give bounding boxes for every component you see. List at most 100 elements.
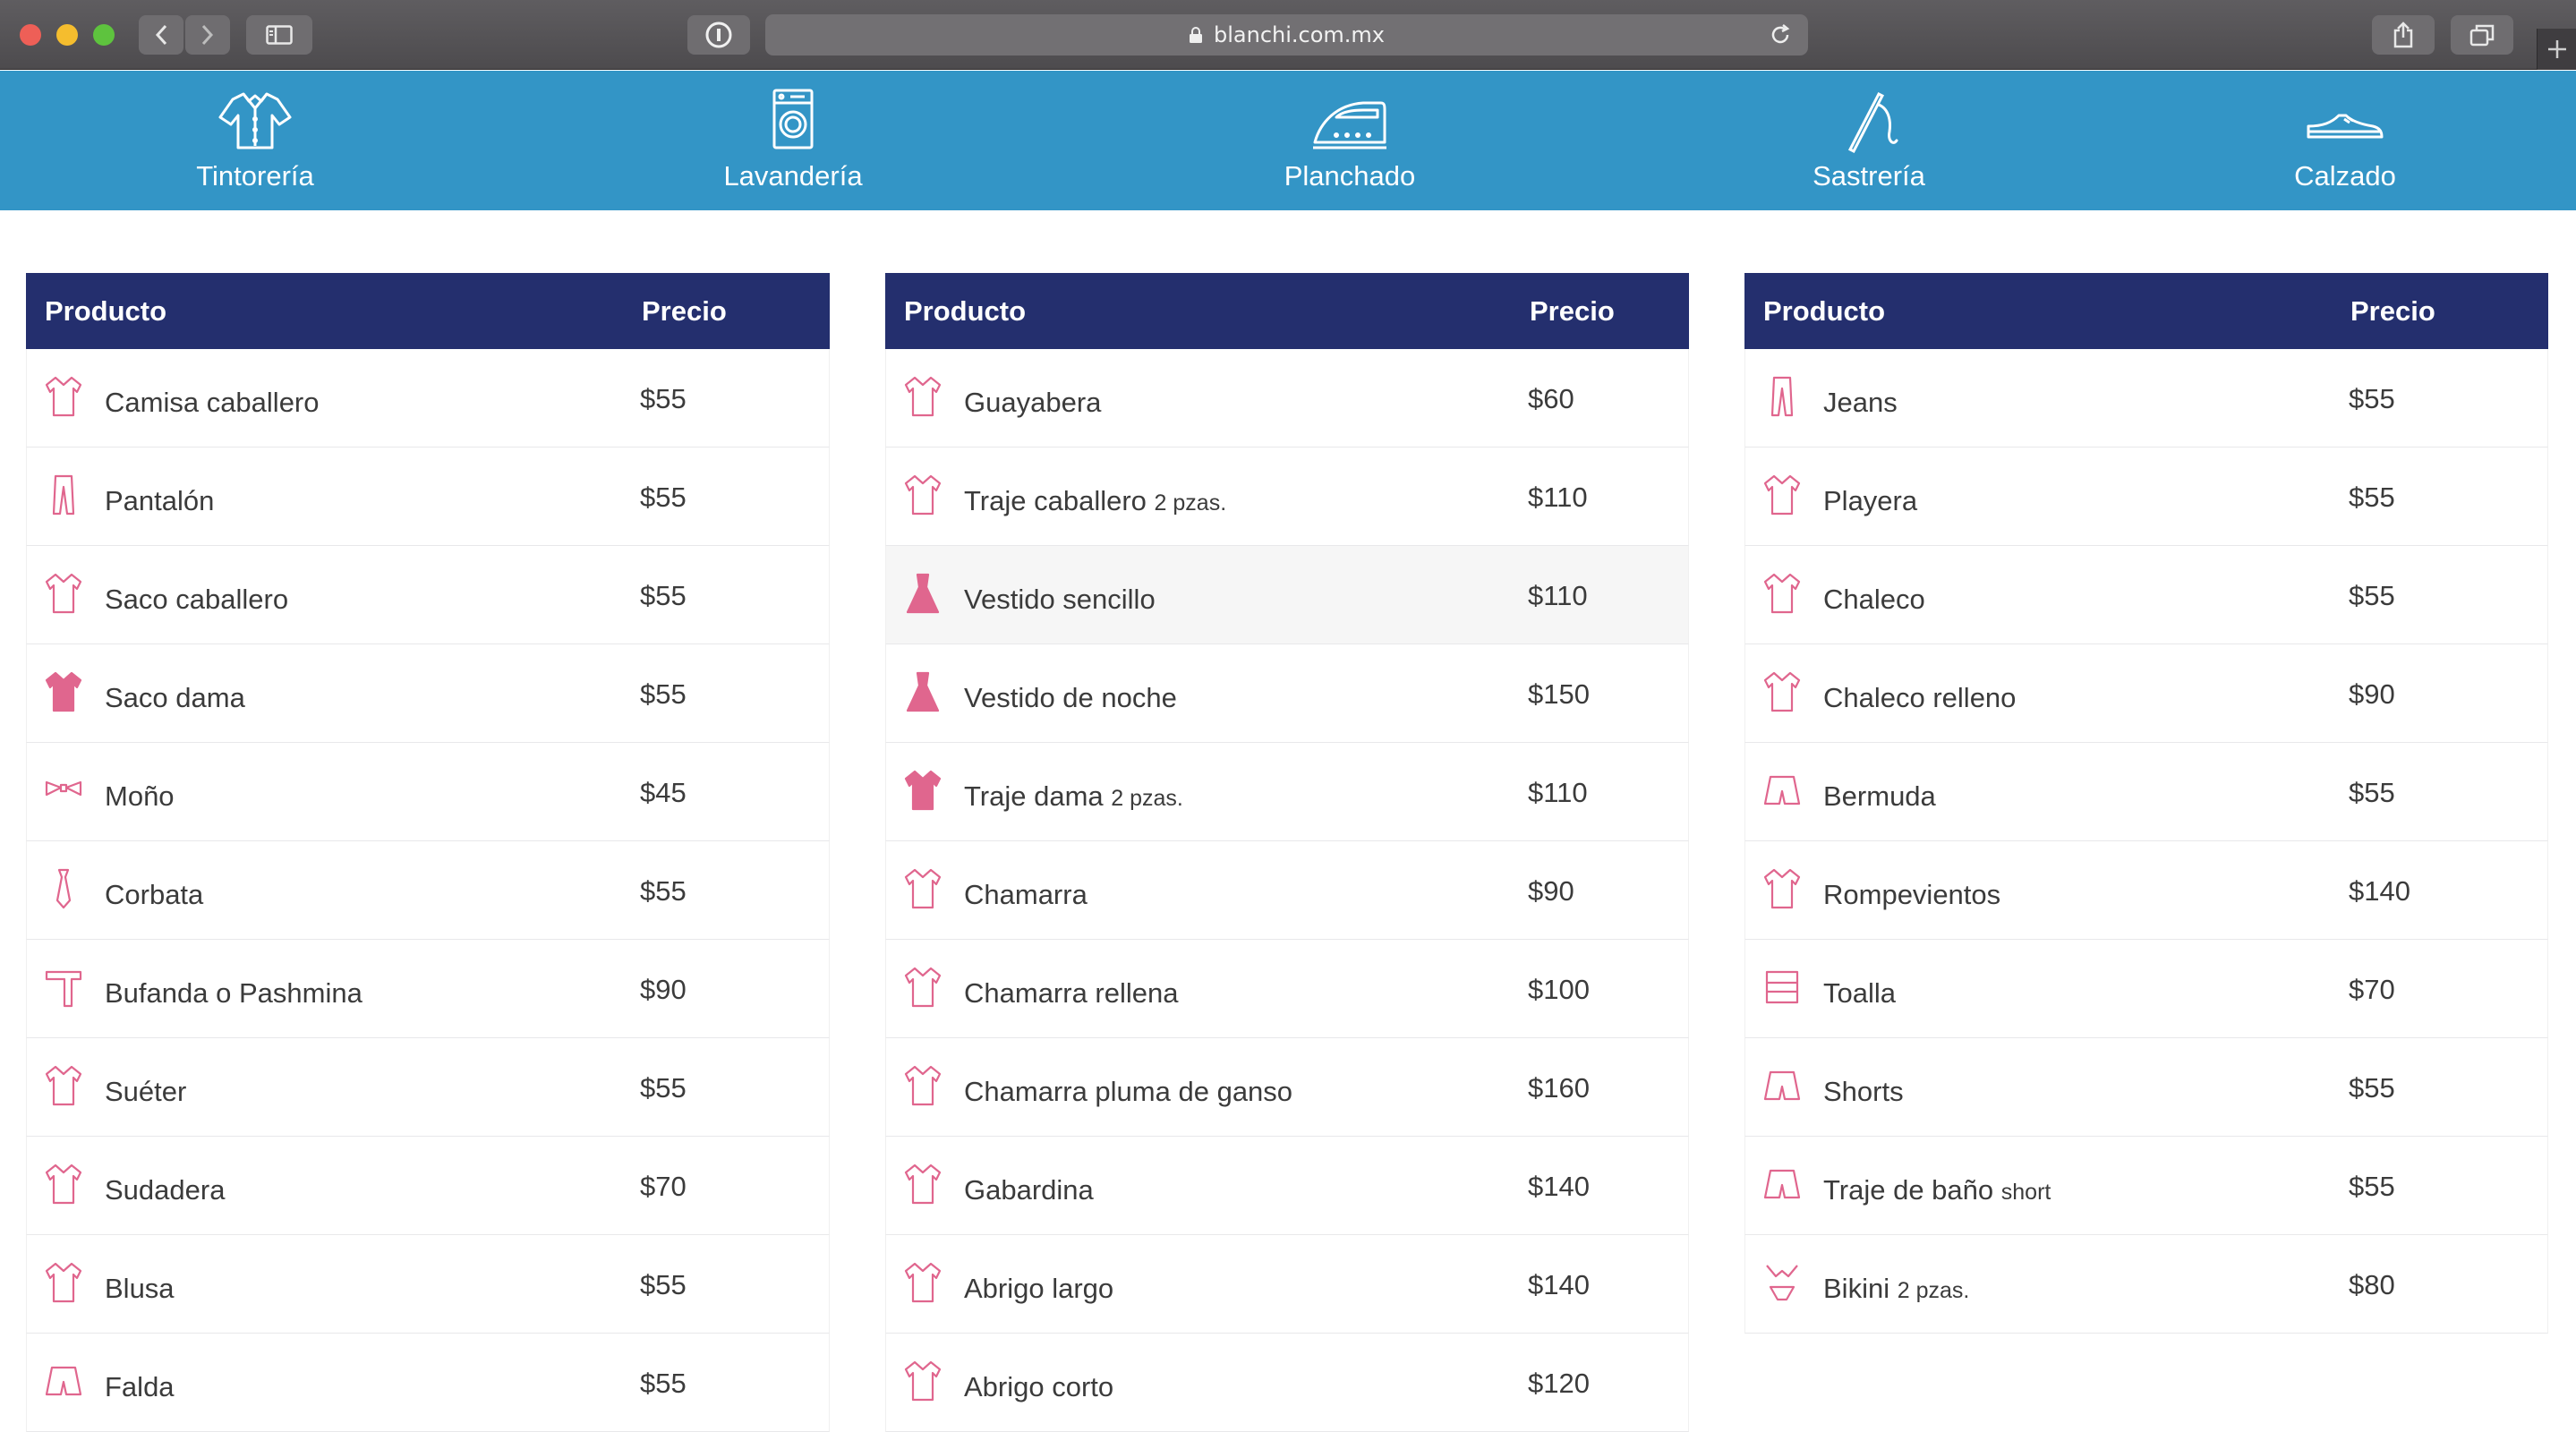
suit-icon	[904, 474, 942, 516]
table-row: Shorts $55	[1744, 1038, 2548, 1137]
product-price: $55	[640, 1368, 687, 1399]
product-price: $55	[640, 383, 687, 414]
column-header-product: Producto	[904, 294, 1027, 327]
product-name: Moño	[105, 780, 175, 813]
product-name-text: Saco caballero	[105, 584, 289, 615]
product-price: $55	[640, 875, 687, 907]
table-row: Toalla $70	[1744, 940, 2548, 1038]
reload-icon[interactable]	[1769, 22, 1792, 47]
guayabera-icon	[904, 376, 942, 417]
nav-item-calzado[interactable]: Calzado	[2256, 71, 2435, 210]
address-bar[interactable]: blanchi.com.mx	[765, 14, 1808, 55]
table-row: Bikini 2 pzas. $80	[1744, 1235, 2548, 1334]
forward-button[interactable]	[185, 15, 230, 55]
product-name-text: Toalla	[1823, 977, 1896, 1009]
service-nav: Tintorería Lavandería Planchado Sastrerí…	[0, 71, 2576, 210]
table-row: Chamarra rellena $100	[885, 940, 1689, 1038]
product-name-text: Rompevientos	[1823, 879, 2001, 910]
shirt-icon	[45, 376, 82, 417]
table-row: Pantalón $55	[26, 448, 830, 546]
product-price: $70	[640, 1171, 687, 1202]
product-price: $140	[1528, 1171, 1590, 1202]
close-window-button[interactable]	[20, 24, 41, 46]
product-name: Chamarra rellena	[964, 977, 1179, 1010]
towel-icon	[1765, 970, 1799, 1004]
product-name-text: Falda	[105, 1371, 175, 1402]
product-name: Traje dama 2 pzas.	[964, 780, 1183, 813]
chevron-right-icon	[201, 24, 214, 46]
product-name: Chamarra	[964, 879, 1088, 911]
new-tab-button[interactable]	[2537, 29, 2576, 70]
product-name-text: Vestido de noche	[964, 682, 1177, 713]
nav-item-sastreria[interactable]: Sastrería	[1779, 71, 1958, 210]
tab-overview-button[interactable]	[2451, 15, 2513, 55]
table-row: Sudadera $70	[26, 1137, 830, 1235]
down-jacket-icon	[904, 1065, 942, 1106]
product-name: Pantalón	[105, 485, 214, 517]
product-name-text: Blusa	[105, 1273, 175, 1304]
scarf-icon	[45, 970, 82, 1008]
product-price: $55	[2349, 482, 2395, 513]
fullscreen-window-button[interactable]	[93, 24, 115, 46]
product-name: Abrigo largo	[964, 1273, 1113, 1305]
padded-vest-icon	[1763, 671, 1801, 712]
share-button[interactable]	[2372, 15, 2435, 55]
tabs-icon	[2469, 24, 2495, 47]
table-row: Vestido de noche $150	[885, 644, 1689, 743]
table-row: Camisa caballero $55	[26, 349, 830, 448]
product-name: Jeans	[1823, 387, 1898, 419]
product-price: $140	[1528, 1269, 1590, 1300]
sweater-icon	[45, 1065, 82, 1106]
product-name-text: Chaleco relleno	[1823, 682, 2017, 713]
back-button[interactable]	[139, 15, 183, 55]
short-coat-icon	[904, 1360, 942, 1402]
nav-label-sastreria: Sastrería	[1813, 160, 1925, 192]
product-name-text: Gabardina	[964, 1174, 1094, 1206]
nav-item-planchado[interactable]: Planchado	[1260, 71, 1439, 210]
product-name-text: Traje de baño	[1823, 1174, 1994, 1206]
nav-item-lavanderia[interactable]: Lavandería	[704, 71, 883, 210]
product-price: $60	[1528, 383, 1574, 414]
product-name: Traje de baño short	[1823, 1174, 2051, 1206]
table-body: Camisa caballero $55 Pantalón $55 Saco cabal…	[26, 349, 830, 1432]
table-row: Abrigo largo $140	[885, 1235, 1689, 1334]
privacy-report-button[interactable]	[687, 15, 750, 55]
table-row: Falda $55	[26, 1334, 830, 1432]
product-name-text: Shorts	[1823, 1076, 1904, 1107]
bow-tie-icon	[45, 780, 82, 797]
minimize-window-button[interactable]	[56, 24, 78, 46]
product-price: $55	[640, 1269, 687, 1300]
product-price: $110	[1528, 777, 1588, 808]
table-row: Saco caballero $55	[26, 546, 830, 644]
women-jacket-icon	[45, 671, 82, 712]
table-row: Playera $55	[1744, 448, 2548, 546]
sidebar-toggle-button[interactable]	[246, 15, 312, 55]
nav-label-tintoreria: Tintorería	[196, 160, 314, 192]
nav-label-calzado: Calzado	[2294, 160, 2396, 192]
windbreaker-icon	[1763, 868, 1801, 909]
product-name-text: Traje dama	[964, 780, 1104, 812]
product-price: $55	[640, 1072, 687, 1104]
product-name: Chaleco	[1823, 584, 1925, 616]
product-name-text: Suéter	[105, 1076, 187, 1107]
table-row: Saco dama $55	[26, 644, 830, 743]
product-name-text: Chamarra rellena	[964, 977, 1179, 1009]
needle-icon	[1847, 91, 1898, 153]
table-header: Producto Precio	[885, 273, 1689, 349]
table-row: Chamarra $90	[885, 841, 1689, 940]
product-name-text: Chamarra pluma de ganso	[964, 1076, 1293, 1107]
product-price: $45	[640, 777, 687, 808]
product-price: $90	[2349, 678, 2395, 710]
product-name-text: Corbata	[105, 879, 204, 910]
product-name: Vestido sencillo	[964, 584, 1156, 616]
chevron-left-icon	[155, 24, 167, 46]
product-name: Vestido de noche	[964, 682, 1177, 714]
product-name: Blusa	[105, 1273, 175, 1305]
product-price: $55	[2349, 1072, 2395, 1104]
product-price: $90	[1528, 875, 1574, 907]
nav-item-tintoreria[interactable]: Tintorería	[166, 71, 345, 210]
table-row: Chaleco relleno $90	[1744, 644, 2548, 743]
table-row: Abrigo corto $120	[885, 1334, 1689, 1432]
plus-icon	[2547, 40, 2566, 58]
share-icon	[2393, 21, 2413, 48]
